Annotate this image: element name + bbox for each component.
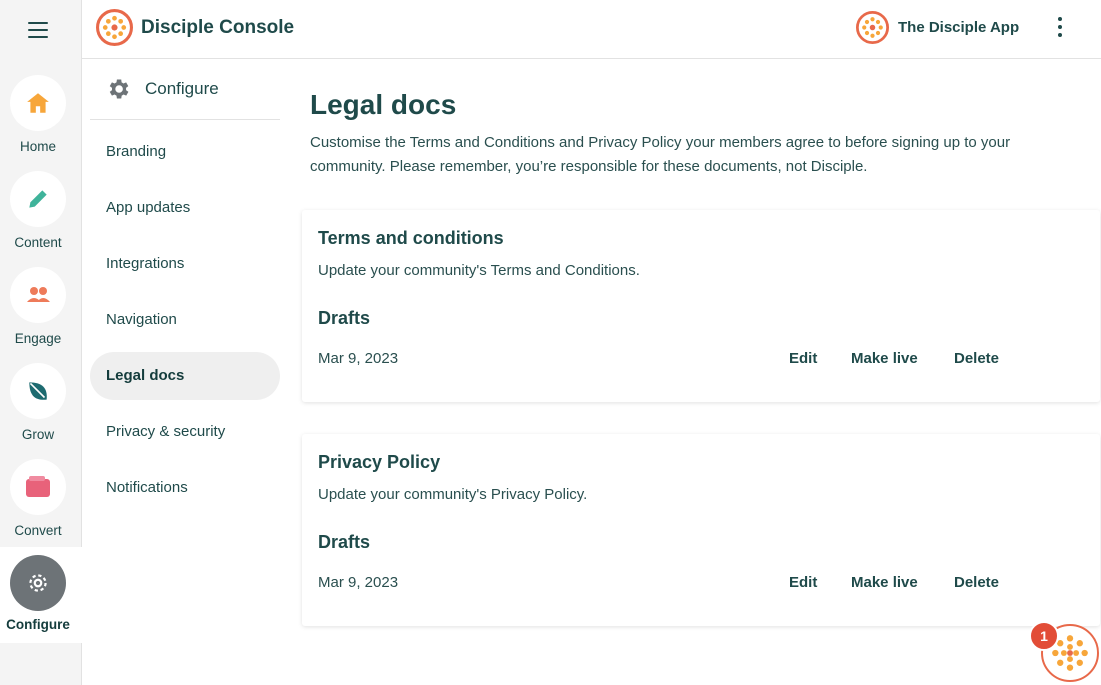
rail-item-home[interactable]: Home	[0, 75, 82, 171]
card-title: Terms and conditions	[318, 228, 504, 248]
rail-label: Configure	[6, 617, 70, 632]
left-rail: Home Content Engage Grow Convert Configu…	[0, 0, 82, 685]
subnav-title: Configure	[145, 79, 219, 98]
configure-subnav: Configure Branding App updates Integrati…	[90, 59, 280, 496]
rail-label: Home	[19, 139, 56, 154]
rail-label: Engage	[14, 331, 62, 346]
draft-date: Mar 9, 2023	[318, 350, 399, 367]
card-description: Update your community's Terms and Condit…	[318, 262, 640, 279]
rail-item-grow[interactable]: Grow	[0, 363, 82, 459]
home-icon	[10, 75, 66, 131]
page-description: Customise the Terms and Conditions and P…	[310, 134, 1011, 175]
pencil-icon	[10, 171, 66, 227]
rail-label: Convert	[14, 523, 62, 538]
rail-item-convert[interactable]: Convert	[0, 459, 82, 555]
page-title: Legal docs	[310, 89, 457, 120]
rail-label: Grow	[21, 427, 55, 442]
top-bar: Disciple Console The Disciple App	[82, 0, 1101, 59]
card-description: Update your community's Privacy Policy.	[318, 486, 588, 503]
hamburger-menu-icon[interactable]	[28, 22, 48, 38]
app-name: The Disciple App	[898, 19, 1020, 36]
rail-label: Content	[14, 235, 62, 250]
make-live-button[interactable]: Make live	[851, 574, 918, 591]
subnav-item-notifications[interactable]: Notifications	[90, 464, 280, 512]
card-title: Privacy Policy	[318, 452, 441, 472]
rail-item-engage[interactable]: Engage	[0, 267, 82, 363]
delete-button[interactable]: Delete	[954, 574, 999, 591]
drafts-heading: Drafts	[318, 532, 371, 552]
more-vertical-icon[interactable]	[1054, 17, 1066, 39]
brand[interactable]: Disciple Console	[96, 9, 294, 46]
gear-icon	[10, 555, 66, 611]
subnav-heading: Configure	[90, 59, 280, 120]
brand-title: Disciple Console	[141, 16, 295, 38]
make-live-button[interactable]: Make live	[851, 350, 918, 367]
subnav-item-app-updates[interactable]: App updates	[90, 184, 280, 232]
delete-button[interactable]: Delete	[954, 350, 999, 367]
disciple-app-icon	[856, 11, 889, 44]
leaf-icon	[10, 363, 66, 419]
wallet-icon	[10, 459, 66, 515]
edit-button[interactable]: Edit	[789, 574, 817, 591]
edit-button[interactable]: Edit	[789, 350, 817, 367]
people-icon	[10, 267, 66, 323]
disciple-logo-icon	[96, 9, 133, 46]
draft-date: Mar 9, 2023	[318, 574, 399, 591]
rail-item-content[interactable]: Content	[0, 171, 82, 267]
notification-badge: 1	[1029, 621, 1059, 651]
subnav-item-integrations[interactable]: Integrations	[90, 240, 280, 288]
drafts-heading: Drafts	[318, 308, 371, 328]
subnav-item-branding[interactable]: Branding	[90, 128, 280, 176]
gear-icon	[109, 79, 129, 99]
terms-card: Terms and conditions Update your communi…	[302, 210, 1100, 402]
subnav-item-legal-docs[interactable]: Legal docs	[90, 352, 280, 400]
app-switcher[interactable]: The Disciple App	[856, 11, 1019, 44]
privacy-policy-card: Privacy Policy Update your community's P…	[302, 434, 1100, 626]
rail-item-configure[interactable]: Configure	[0, 547, 82, 643]
subnav-item-privacy-security[interactable]: Privacy & security	[90, 408, 280, 456]
subnav-item-navigation[interactable]: Navigation	[90, 296, 280, 344]
